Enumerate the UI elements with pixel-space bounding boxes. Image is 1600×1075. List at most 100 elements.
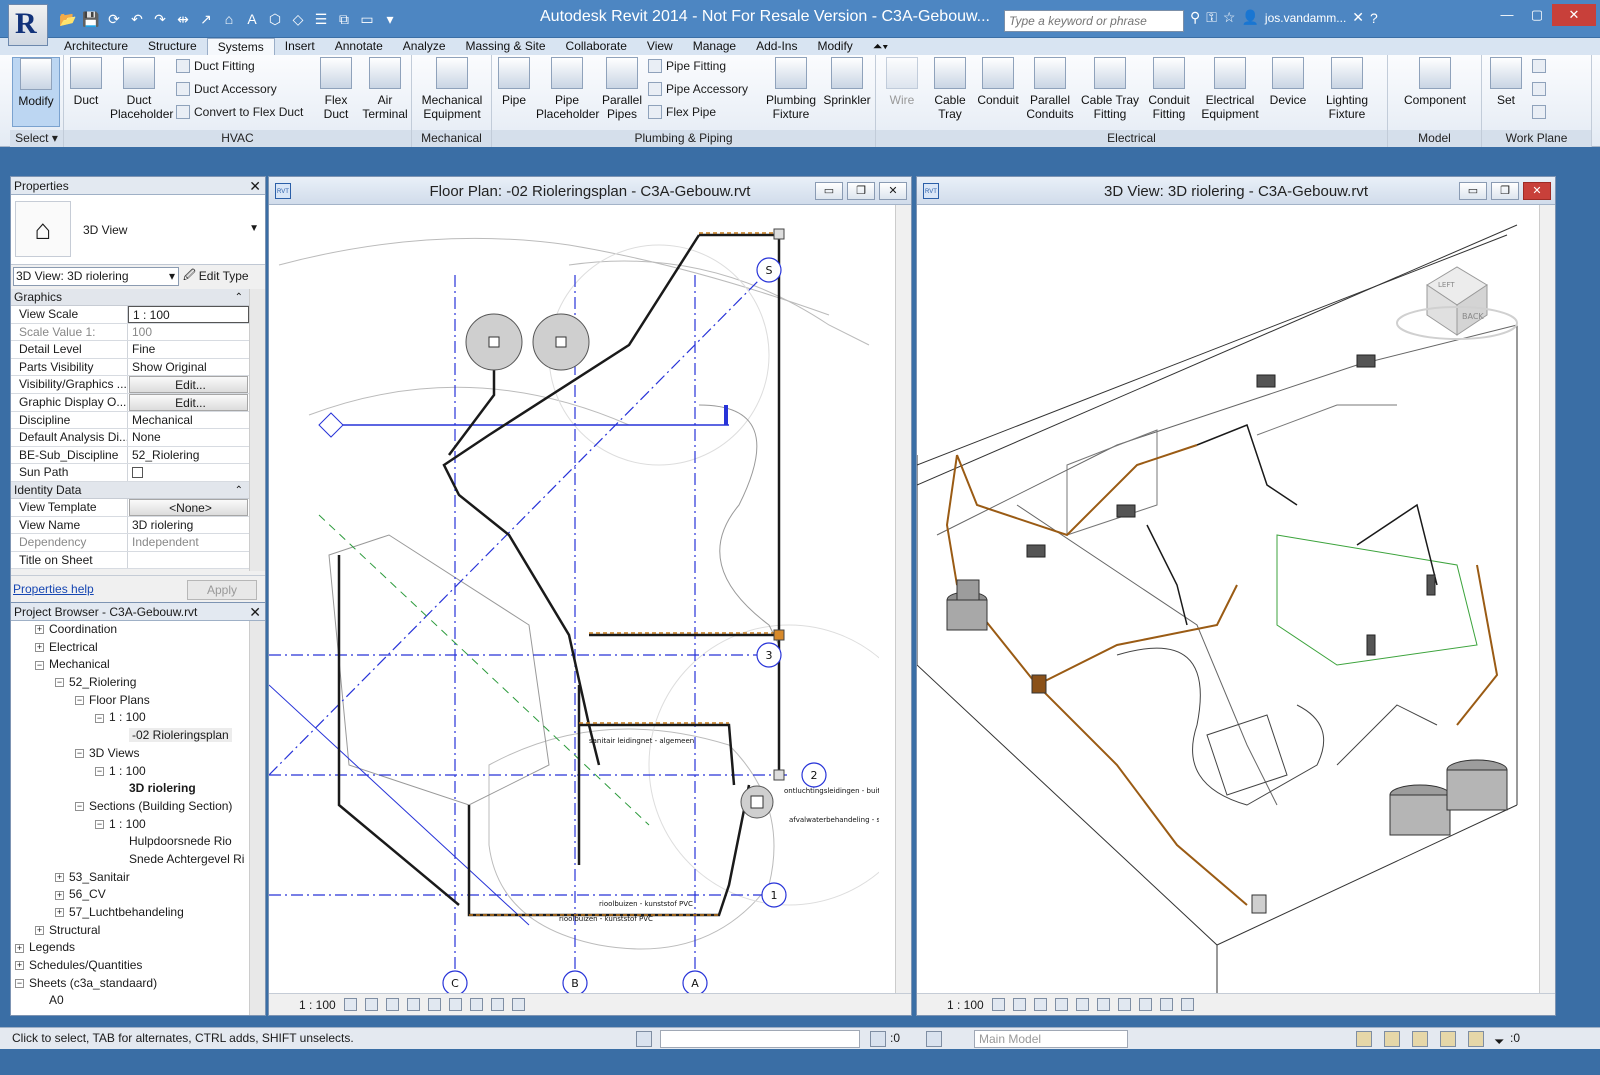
tree-item[interactable]: − Sheets (c3a_standaard) <box>11 975 249 993</box>
close-icon[interactable]: ✕ <box>1552 4 1596 26</box>
section-graphics[interactable]: Graphics ⌃ <box>11 289 249 306</box>
show-crop-icon[interactable] <box>1117 998 1131 1011</box>
select-panel-title[interactable]: Select ▾ <box>10 130 63 147</box>
collapse-icon[interactable]: − <box>95 766 104 776</box>
floor-plan-vscrollbar[interactable] <box>895 205 911 993</box>
visual-style-icon[interactable] <box>1012 998 1026 1011</box>
tab-manage[interactable]: Manage <box>683 38 746 55</box>
save-icon[interactable]: 💾 <box>81 9 101 29</box>
thin-lines-icon[interactable]: ☰ <box>311 9 331 29</box>
properties-scrollbar[interactable] <box>249 289 265 571</box>
tab-options[interactable]: ⏶▾ <box>863 38 898 55</box>
user-name[interactable]: jos.vandamm... <box>1265 11 1346 25</box>
search-input[interactable] <box>1004 10 1184 32</box>
sun-path-checkbox[interactable] <box>128 464 249 481</box>
duct-placeholder-button[interactable]: Duct Placeholder <box>110 57 173 121</box>
set-work-plane-button[interactable]: Set <box>1486 57 1526 107</box>
temporary-hide-icon[interactable] <box>1159 998 1173 1011</box>
section-identity-data[interactable]: Identity Data ⌃ <box>11 481 249 499</box>
property-value[interactable]: 52_Riolering <box>128 447 249 464</box>
switch-windows-icon[interactable]: ▭ <box>357 9 377 29</box>
property-value[interactable] <box>128 552 249 569</box>
pipe-placeholder-button[interactable]: Pipe Placeholder <box>536 57 599 121</box>
tag-icon[interactable]: ⌂ <box>219 9 239 29</box>
3d-view-icon[interactable]: ⬡ <box>265 9 285 29</box>
select-links-icon[interactable] <box>1356 1031 1372 1047</box>
expand-icon[interactable]: + <box>15 961 24 971</box>
tree-item[interactable]: -02 Rioleringsplan <box>11 727 249 745</box>
detail-level-icon[interactable] <box>991 998 1005 1011</box>
select-underlay-icon[interactable] <box>1384 1031 1400 1047</box>
modify-button[interactable]: Modify <box>12 57 60 127</box>
collapse-icon[interactable]: − <box>15 979 24 989</box>
minimize-icon[interactable]: — <box>1492 4 1522 26</box>
property-value[interactable]: Fine <box>128 341 249 358</box>
tree-item[interactable]: + Legends <box>11 939 249 957</box>
close-hidden-icon[interactable]: ⧉ <box>334 9 354 29</box>
close-icon[interactable]: ✕ <box>879 182 907 200</box>
measure-icon[interactable]: ⇹ <box>173 9 193 29</box>
electrical-equipment-button[interactable]: Electrical Equipment <box>1198 57 1262 121</box>
lighting-fixture-button[interactable]: Lighting Fixture <box>1312 57 1382 121</box>
tree-item[interactable]: − Sections (Building Section) <box>11 798 249 816</box>
pipe-button[interactable]: Pipe <box>496 57 532 107</box>
design-option-dropdown[interactable]: Main Model <box>974 1030 1128 1048</box>
show-crop-icon[interactable] <box>448 998 462 1011</box>
tree-item[interactable]: −1 : 100 <box>11 816 249 834</box>
worksets-icon[interactable] <box>636 1031 652 1047</box>
expand-icon[interactable]: + <box>55 890 64 900</box>
exchange-icon[interactable]: ✕ <box>1352 9 1364 26</box>
tab-systems[interactable]: Systems <box>206 38 275 55</box>
sync-icon[interactable]: ⟳ <box>104 9 124 29</box>
crop-view-icon[interactable] <box>1096 998 1110 1011</box>
tree-item[interactable]: + Coordination <box>11 621 249 639</box>
tree-item[interactable]: + Structural <box>11 922 249 940</box>
detail-level-icon[interactable] <box>343 998 357 1011</box>
drag-on-selection-icon[interactable] <box>1468 1031 1484 1047</box>
visual-style-icon[interactable] <box>364 998 378 1011</box>
redo-icon[interactable]: ↷ <box>150 9 170 29</box>
temporary-hide-icon[interactable] <box>469 998 483 1011</box>
property-value[interactable]: None <box>128 429 249 446</box>
tree-item[interactable]: + Electrical <box>11 639 249 657</box>
analysis-display-icon[interactable] <box>511 998 525 1011</box>
collapse-icon[interactable]: − <box>95 819 104 829</box>
tab-structure[interactable]: Structure <box>138 38 207 55</box>
expand-icon[interactable]: + <box>35 643 44 653</box>
tab-analyze[interactable]: Analyze <box>393 38 456 55</box>
property-edit-button[interactable]: Edit... <box>129 376 248 393</box>
tree-item[interactable]: A0 <box>11 992 249 1010</box>
reveal-hidden-icon[interactable] <box>1180 998 1194 1011</box>
ref-plane-button[interactable] <box>1532 82 1546 96</box>
pipe-fitting-button[interactable]: Pipe Fitting <box>648 59 726 73</box>
minimize-icon[interactable]: ▭ <box>815 182 843 200</box>
device-button[interactable]: Device <box>1266 57 1310 107</box>
sprinkler-button[interactable]: Sprinkler <box>822 57 872 107</box>
collapse-icon[interactable]: − <box>55 678 64 688</box>
3d-view-vscrollbar[interactable] <box>1539 205 1555 993</box>
tab-massing-site[interactable]: Massing & Site <box>456 38 556 55</box>
mechanical-equipment-button[interactable]: Mechanical Equipment <box>416 57 488 121</box>
checkbox-box[interactable] <box>132 467 143 479</box>
collapse-icon[interactable]: − <box>35 660 44 670</box>
browser-scrollbar[interactable] <box>249 621 265 1015</box>
restore-icon[interactable]: ❐ <box>847 182 875 200</box>
view-scale-input[interactable]: 1 : 100 <box>128 306 249 323</box>
tree-item[interactable]: −1 : 100 <box>11 709 249 727</box>
maximize-icon[interactable]: ▢ <box>1522 4 1552 26</box>
text-icon[interactable]: A <box>242 9 262 29</box>
parallel-pipes-button[interactable]: Parallel Pipes <box>600 57 644 121</box>
property-edit-button[interactable]: Edit... <box>129 393 248 411</box>
cable-tray-button[interactable]: Cable Tray <box>928 57 972 121</box>
tree-item[interactable]: −52_Riolering <box>11 674 249 692</box>
shadows-icon[interactable] <box>406 998 420 1011</box>
properties-help-link[interactable]: Properties help <box>13 582 94 596</box>
collapse-icon[interactable]: − <box>75 696 84 706</box>
expand-icon[interactable]: + <box>55 908 64 918</box>
subscription-icon[interactable]: ⚿ <box>1206 9 1217 26</box>
select-pinned-icon[interactable] <box>1412 1031 1428 1047</box>
pipe-accessory-button[interactable]: Pipe Accessory <box>648 82 748 96</box>
editable-only-icon[interactable] <box>870 1031 886 1047</box>
expand-icon[interactable]: + <box>35 625 44 635</box>
tree-item[interactable]: +53_Sanitair <box>11 869 249 887</box>
